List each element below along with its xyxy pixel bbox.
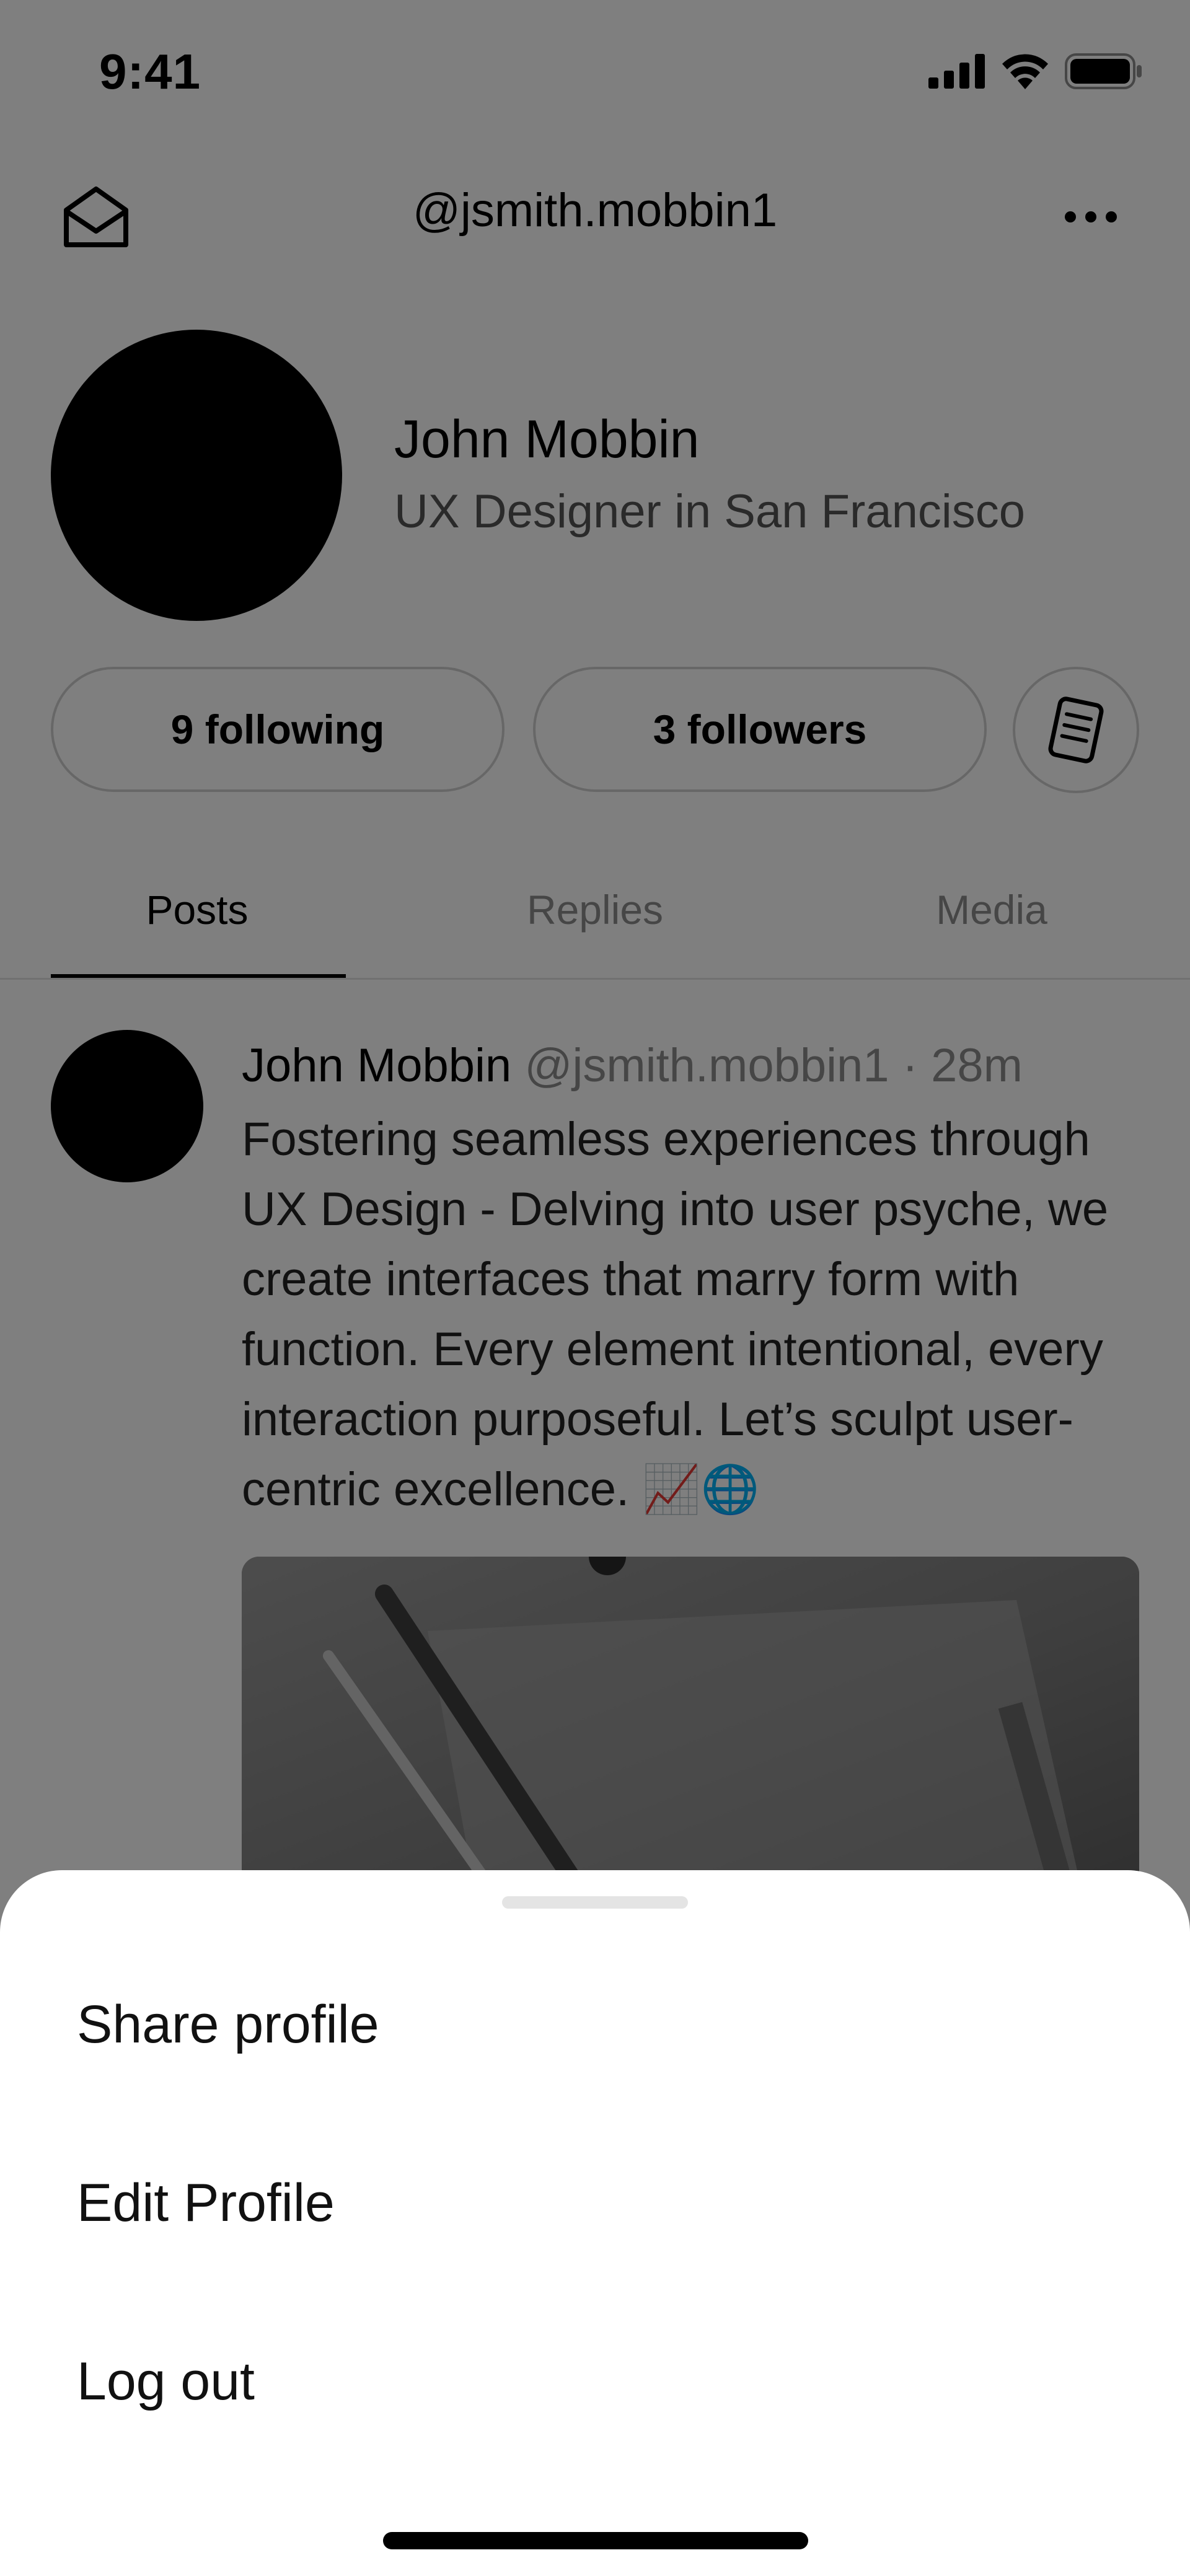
share-profile-option[interactable]: Share profile [77, 1994, 379, 2055]
options-bottom-sheet: Share profile Edit Profile Log out [0, 1870, 1190, 2576]
edit-profile-option[interactable]: Edit Profile [77, 2173, 335, 2234]
sheet-grabber-handle[interactable] [502, 1896, 688, 1909]
log-out-option[interactable]: Log out [77, 2351, 255, 2412]
profile-screen: 9:41 [0, 0, 1190, 2576]
home-indicator [383, 2532, 808, 2549]
